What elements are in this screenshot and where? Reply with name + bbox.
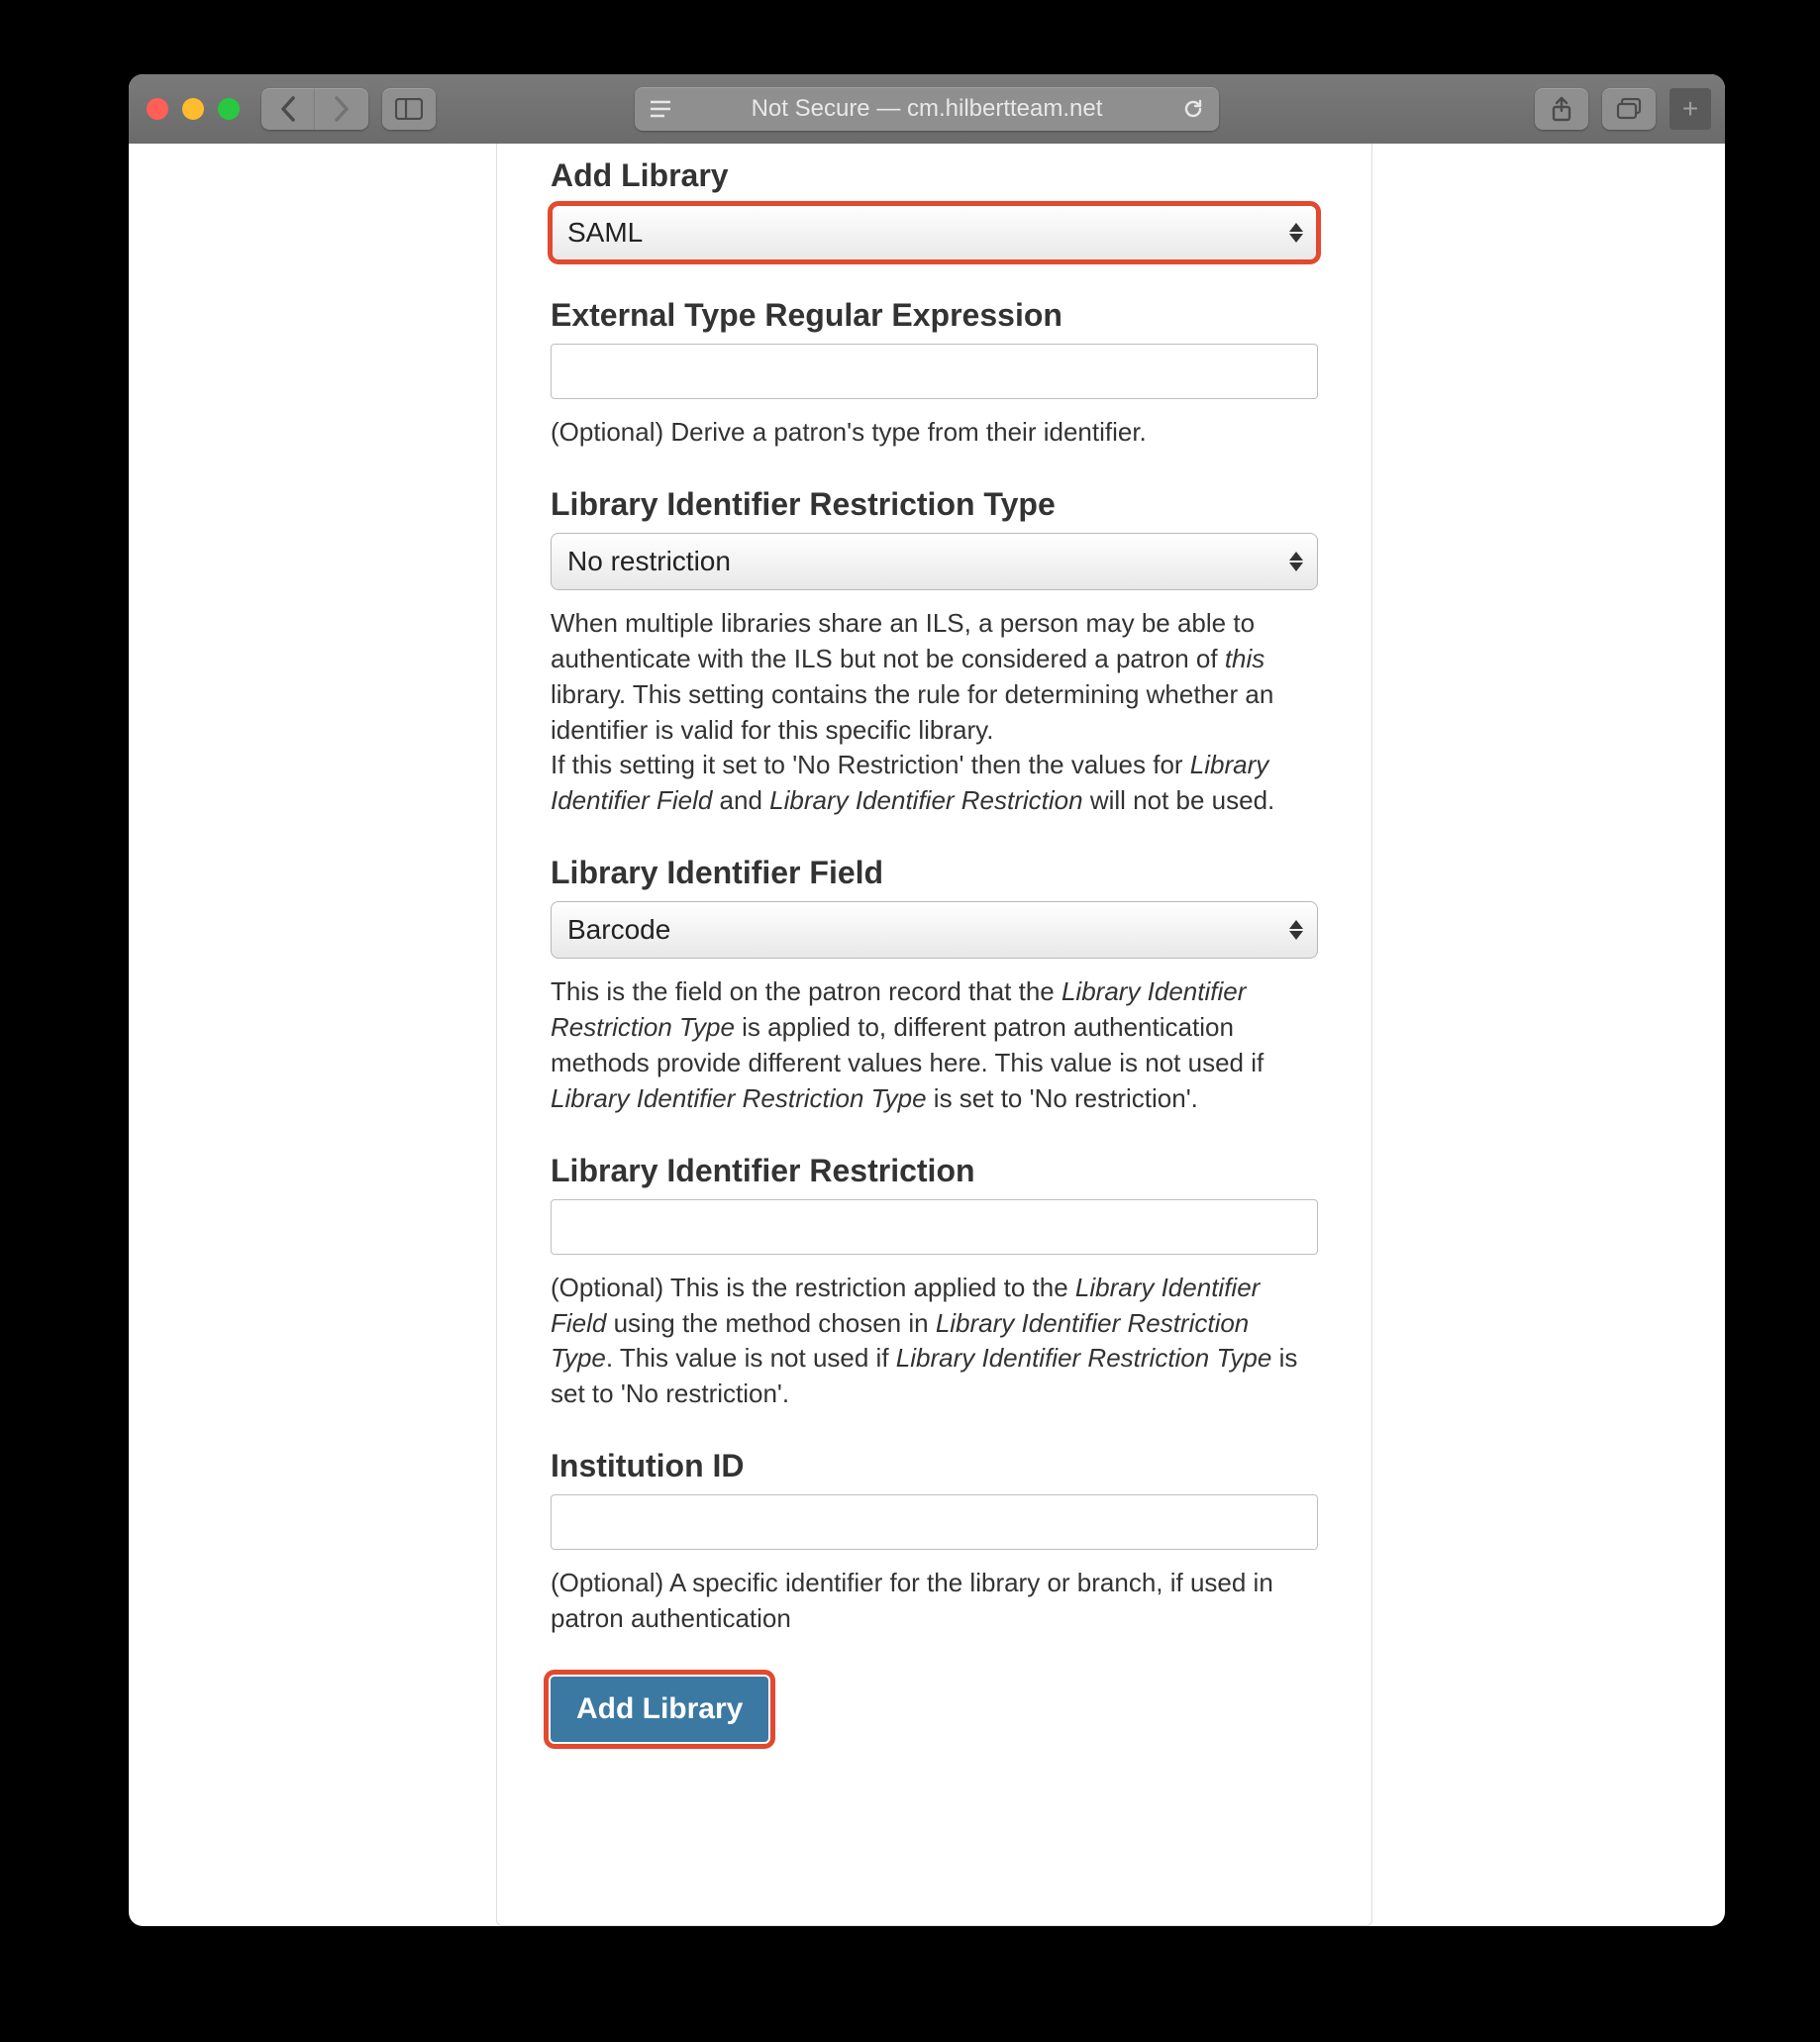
nav-buttons	[261, 88, 368, 130]
add-library-label: Add Library	[551, 157, 1318, 194]
reload-button[interactable]	[1167, 98, 1219, 120]
minimize-window-button[interactable]	[182, 98, 204, 120]
share-button[interactable]	[1535, 88, 1588, 130]
new-tab-button[interactable]: +	[1669, 88, 1711, 130]
restriction-type-select[interactable]: No restriction	[551, 533, 1318, 590]
identifier-field-help: This is the field on the patron record t…	[551, 974, 1318, 1117]
zoom-window-button[interactable]	[218, 98, 240, 120]
share-icon	[1551, 96, 1572, 122]
window-controls	[147, 98, 240, 120]
institution-input[interactable]	[551, 1494, 1318, 1550]
address-text: Not Secure — cm.hilbertteam.net	[686, 95, 1167, 123]
address-bar[interactable]: Not Secure — cm.hilbertteam.net	[635, 87, 1219, 131]
close-window-button[interactable]	[147, 98, 168, 120]
restriction-input[interactable]	[551, 1199, 1318, 1255]
forward-button[interactable]	[315, 88, 368, 130]
plus-icon: +	[1682, 93, 1698, 125]
sidebar-icon	[395, 98, 423, 120]
select-arrows-icon	[1289, 223, 1303, 243]
tabs-button[interactable]	[1602, 88, 1656, 130]
browser-window: Not Secure — cm.hilbertteam.net + Add Li…	[129, 74, 1725, 1926]
restriction-type-label: Library Identifier Restriction Type	[551, 486, 1318, 523]
restriction-label: Library Identifier Restriction	[551, 1153, 1318, 1189]
restriction-type-help: When multiple libraries share an ILS, a …	[551, 606, 1318, 819]
institution-help: (Optional) A specific identifier for the…	[551, 1566, 1318, 1637]
identifier-field-label: Library Identifier Field	[551, 855, 1318, 891]
form-card: Add Library SAML External Type Regular E…	[496, 144, 1372, 1926]
restriction-type-value: No restriction	[567, 546, 731, 577]
select-arrows-icon	[1289, 552, 1303, 571]
restriction-help: (Optional) This is the restriction appli…	[551, 1271, 1318, 1413]
tabs-icon	[1616, 98, 1642, 120]
page-content: Add Library SAML External Type Regular E…	[129, 144, 1725, 1926]
ext-regex-input[interactable]	[551, 344, 1318, 399]
reader-icon	[649, 100, 672, 118]
browser-titlebar: Not Secure — cm.hilbertteam.net +	[129, 74, 1725, 144]
chevron-right-icon	[333, 96, 351, 122]
identifier-field-select[interactable]: Barcode	[551, 901, 1318, 959]
ext-regex-help: (Optional) Derive a patron's type from t…	[551, 415, 1318, 451]
back-button[interactable]	[261, 88, 315, 130]
add-library-select[interactable]: SAML	[551, 204, 1318, 261]
ext-regex-label: External Type Regular Expression	[551, 297, 1318, 334]
reader-button[interactable]	[635, 100, 686, 118]
institution-label: Institution ID	[551, 1448, 1318, 1484]
titlebar-right: +	[1535, 88, 1711, 130]
add-library-button-label: Add Library	[576, 1692, 743, 1725]
chevron-left-icon	[279, 96, 297, 122]
select-arrows-icon	[1289, 920, 1303, 940]
add-library-button[interactable]: Add Library	[551, 1677, 768, 1742]
identifier-field-value: Barcode	[567, 914, 670, 946]
show-sidebar-button[interactable]	[382, 88, 436, 130]
reload-icon	[1182, 98, 1204, 120]
add-library-value: SAML	[567, 217, 643, 249]
